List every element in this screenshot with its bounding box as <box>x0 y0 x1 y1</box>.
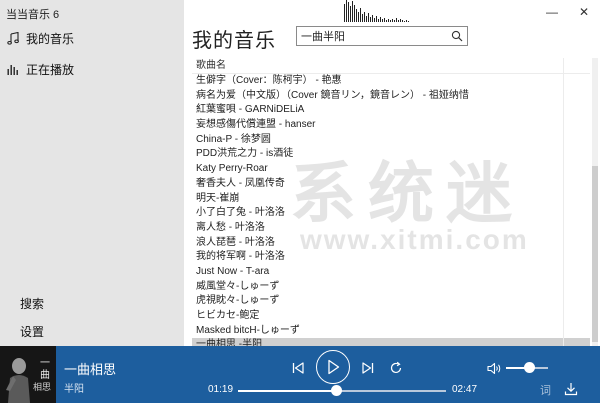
total-time: 02:47 <box>452 384 478 395</box>
sidebar-item-settings[interactable]: 设置 <box>0 318 184 344</box>
previous-button[interactable] <box>288 358 308 378</box>
song-row[interactable]: 一曲相思 -半阳 <box>192 338 590 346</box>
repeat-button[interactable] <box>386 358 406 378</box>
minimize-button[interactable]: — <box>536 0 568 24</box>
search-input[interactable] <box>297 27 447 45</box>
album-art[interactable]: 一 曲 相思 <box>0 346 56 403</box>
song-row[interactable]: 奢香夫人 - 凤凰传奇 <box>192 177 590 192</box>
song-row[interactable]: 明天-崔崩 <box>192 192 590 207</box>
close-button[interactable]: ✕ <box>568 0 600 24</box>
svg-text:一: 一 <box>40 358 50 369</box>
song-row[interactable]: Just Now - T-ara <box>192 265 590 280</box>
play-icon <box>328 359 340 375</box>
song-row[interactable]: 小了白了兔 - 叶洛洛 <box>192 206 590 221</box>
volume-slider[interactable] <box>506 362 548 373</box>
song-row[interactable]: 威風堂々-しゅーず <box>192 280 590 295</box>
sidebar-item-label: 正在播放 <box>26 62 75 77</box>
svg-text:相思: 相思 <box>33 381 51 393</box>
sidebar-item-label: 搜索 <box>20 296 45 311</box>
song-row[interactable]: ヒビカセ-鲍定 <box>192 309 590 324</box>
now-playing-artist: 半阳 <box>64 384 84 395</box>
page-title: 我的音乐 <box>192 30 276 52</box>
player-bar: 一 曲 相思 一曲相思 半阳 01:19 02:47 词 <box>0 346 600 403</box>
scrollbar-thumb[interactable] <box>592 166 598 342</box>
volume-handle[interactable] <box>524 362 536 373</box>
now-playing-title: 一曲相思 <box>64 362 117 377</box>
repeat-icon <box>390 361 402 374</box>
song-row[interactable]: 生僻字（Cover：陈柯宇） - 艳惠 <box>192 74 590 89</box>
vertical-scrollbar[interactable] <box>592 58 598 346</box>
next-button[interactable] <box>358 358 378 378</box>
progress-handle[interactable] <box>330 385 342 396</box>
volume-icon[interactable] <box>486 360 502 376</box>
column-divider <box>563 58 564 346</box>
skip-previous-icon <box>292 362 304 374</box>
song-row[interactable]: 虎視眈々-しゅーず <box>192 294 590 309</box>
app-title: 当当音乐 6 <box>6 9 60 21</box>
music-note-icon <box>6 31 20 45</box>
song-row[interactable]: 离人愁 - 叶洛洛 <box>192 221 590 236</box>
song-row[interactable]: 病名为爱（中文版）（Cover 鏡音リン，鏡音レン） - 祖娅纳惜 <box>192 89 590 104</box>
sidebar-item-label: 设置 <box>20 324 45 339</box>
download-icon[interactable] <box>564 382 578 396</box>
song-row[interactable]: Katy Perry-Roar <box>192 162 590 177</box>
window-controls: — ✕ <box>536 0 600 24</box>
play-button[interactable] <box>316 350 350 384</box>
sidebar-item-label: 我的音乐 <box>26 31 75 46</box>
song-row[interactable]: China-P - 徐梦圆 <box>192 133 590 148</box>
song-row[interactable]: 我的将军啊 - 叶洛洛 <box>192 250 590 265</box>
spectrum-visualizer <box>344 0 409 22</box>
song-row[interactable]: 浪人琵琶 - 叶洛洛 <box>192 236 590 251</box>
song-row[interactable]: Masked bitcH-しゅーず <box>192 324 590 339</box>
svg-text:曲: 曲 <box>40 369 50 381</box>
equalizer-icon <box>6 62 20 76</box>
current-time: 01:19 <box>208 384 234 395</box>
sidebar-item-my-music[interactable]: 我的音乐 <box>0 25 184 51</box>
lyrics-button[interactable]: 词 <box>540 382 551 398</box>
song-list: 歌曲名 生僻字（Cover：陈柯宇） - 艳惠 病名为爱（中文版）（Cover 鏡… <box>192 58 590 346</box>
sidebar: 当当音乐 6 我的音乐 正在播放 搜索 设置 <box>0 0 184 346</box>
search-icon[interactable] <box>447 27 467 45</box>
sidebar-item-search[interactable]: 搜索 <box>0 290 184 316</box>
search-box <box>296 26 468 46</box>
sidebar-item-now-playing[interactable]: 正在播放 <box>0 56 184 82</box>
song-row[interactable]: 紅葉蜜唄 - GARNiDELiA <box>192 103 590 118</box>
song-row[interactable]: 妄想感傷代償連盟 - hanser <box>192 118 590 133</box>
skip-next-icon <box>362 362 374 374</box>
song-row[interactable]: PDD洪荒之力 - is酒徒 <box>192 147 590 162</box>
column-header-title[interactable]: 歌曲名 <box>192 58 590 74</box>
progress-slider[interactable] <box>238 385 446 396</box>
progress-fill <box>238 390 336 392</box>
